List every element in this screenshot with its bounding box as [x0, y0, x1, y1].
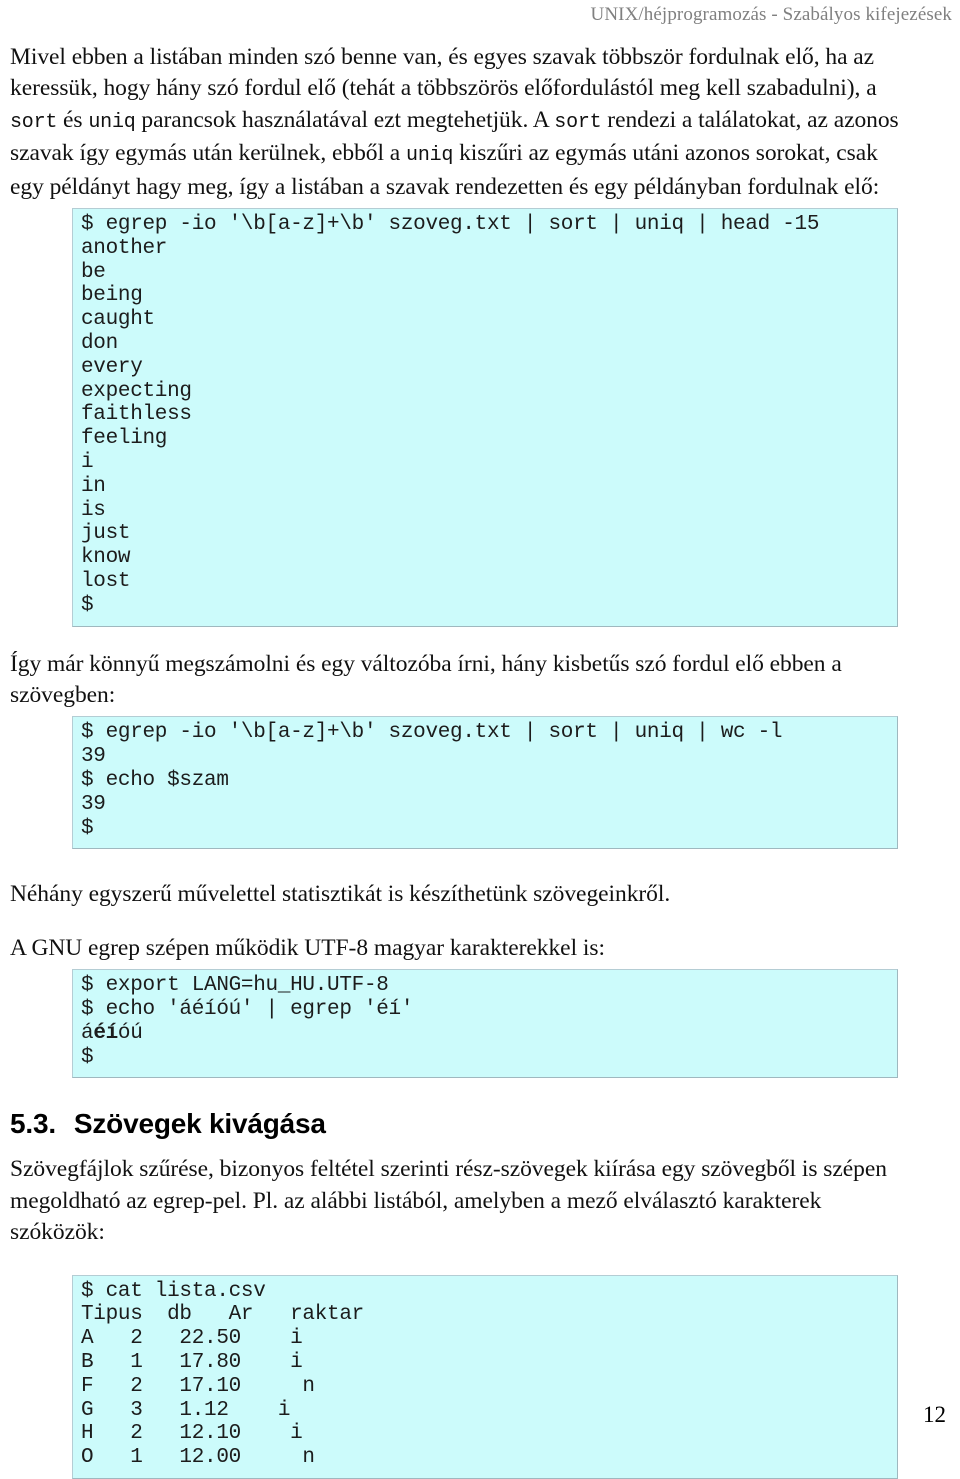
code-line: every [81, 355, 143, 379]
paragraph-section-body: Szövegfájlok szűrése, bizonyos feltétel … [10, 1156, 887, 1246]
section-heading: 5.3. Szövegek kivágása [10, 1108, 910, 1140]
code-line: in [81, 474, 106, 498]
code-line: $ egrep -io '\b[a-z]+\b' szoveg.txt | so… [81, 721, 783, 745]
code-line: $ [81, 816, 94, 840]
code-match-highlight: éí [93, 1021, 118, 1045]
code-line: F 2 17.10 n [81, 1374, 315, 1398]
section-title: Szövegek kivágása [73, 1108, 326, 1140]
code-line: áéíóú [81, 1021, 143, 1045]
inline-code-uniq-1: uniq [88, 110, 136, 134]
intro-paragraph: Mivel ebben a listában minden szó benne … [10, 42, 910, 203]
code-line: faithless [81, 403, 192, 427]
code-line: Tipus db Ar raktar [81, 1303, 364, 1327]
code-block-egrep-wc: $ egrep -io '\b[a-z]+\b' szoveg.txt | so… [72, 716, 898, 850]
inline-code-sort-2: sort [554, 110, 602, 134]
code-line: $ echo 'áéíóú' | egrep 'éí' [81, 997, 414, 1021]
intro-text-part-1: Mivel ebben a listában minden szó benne … [10, 44, 877, 102]
code-line: be [81, 260, 106, 284]
code-line: A 2 22.50 i [81, 1327, 303, 1351]
code-line: is [81, 498, 106, 522]
code-line: feeling [81, 427, 168, 451]
code-block-egrep-sort-uniq-head: $ egrep -io '\b[a-z]+\b' szoveg.txt | so… [72, 208, 898, 627]
intro-text-part-3: parancsok használatával ezt megtehetjük.… [135, 106, 555, 133]
code-line: expecting [81, 379, 192, 403]
code-line: $ [81, 593, 94, 617]
running-header: UNIX/héjprogramozás - Szabályos kifejezé… [590, 4, 952, 25]
section-number: 5.3. [10, 1108, 56, 1140]
code-line: just [81, 522, 131, 546]
page-number: 12 [923, 1402, 946, 1427]
code-line: 39 [81, 745, 106, 769]
code-line: $ cat lista.csv [81, 1279, 266, 1303]
code-block-export-lang-utf8: $ export LANG=hu_HU.UTF-8 $ echo 'áéíóú' … [72, 969, 898, 1079]
code-line: know [81, 546, 131, 570]
paragraph-after-first-block: Így már könnyű megszámolni és egy változ… [10, 650, 842, 708]
code-line: lost [81, 569, 131, 593]
code-line: 39 [81, 792, 106, 816]
intro-text-part-2: és [57, 106, 89, 133]
page-content: Mivel ebben a listában minden szó benne … [10, 42, 910, 1479]
code-line: being [81, 284, 143, 308]
code-line: don [81, 332, 118, 356]
code-line: $ export LANG=hu_HU.UTF-8 [81, 974, 389, 998]
code-line: i [81, 451, 94, 474]
code-line: H 2 12.10 i [81, 1422, 303, 1446]
code-line: $ echo $szam [81, 768, 229, 792]
paragraph-statistics: Néhány egyszerű művelettel statisztikát … [10, 881, 671, 908]
document-page: UNIX/héjprogramozás - Szabályos kifejezé… [0, 0, 960, 1479]
code-line: G 3 1.12 i [81, 1398, 291, 1422]
code-line: B 1 17.80 i [81, 1350, 303, 1374]
code-line: O 1 12.00 n [81, 1446, 315, 1470]
code-line: $ [81, 1045, 94, 1069]
code-line: caught [81, 308, 155, 332]
code-line: $ egrep -io '\b[a-z]+\b' szoveg.txt | so… [81, 213, 820, 237]
code-line: another [81, 236, 168, 260]
paragraph-gnu-egrep-utf8: A GNU egrep szépen működik UTF-8 magyar … [10, 934, 605, 961]
inline-code-uniq-2: uniq [406, 144, 454, 168]
code-block-cat-lista-csv: $ cat lista.csv Tipus db Ar raktar A 2 22.… [72, 1274, 898, 1479]
inline-code-sort-1: sort [10, 110, 58, 134]
